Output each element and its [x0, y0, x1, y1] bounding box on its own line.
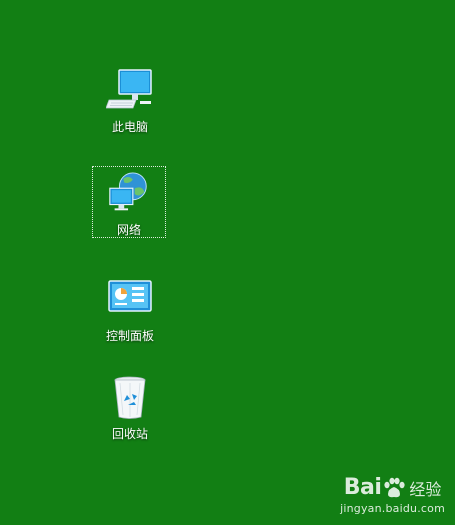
desktop-icon-label: 控制面板	[105, 329, 154, 343]
desktop-icon-network[interactable]: 网络	[92, 166, 166, 238]
control-panel-icon	[108, 280, 152, 312]
recycle-bin-icon	[114, 376, 146, 419]
baidu-jingyan-watermark: Bai 经验 jingyan.baidu.com	[340, 475, 445, 515]
watermark-brand: Bai	[343, 475, 382, 500]
computer-icon	[106, 69, 152, 109]
network-icon	[109, 172, 147, 211]
desktop-icon-this-pc[interactable]: 此电脑	[94, 66, 166, 134]
paw-icon	[384, 477, 405, 497]
desktop-icon-label: 回收站	[111, 427, 148, 441]
desktop-icon-recycle-bin[interactable]: 回收站	[94, 373, 166, 441]
watermark-url: jingyan.baidu.com	[340, 502, 445, 515]
watermark-suffix: 经验	[409, 479, 442, 499]
desktop-icon-control-panel[interactable]: 控制面板	[94, 275, 166, 343]
desktop-icon-label: 网络	[116, 223, 141, 237]
desktop-icon-label: 此电脑	[111, 120, 148, 134]
